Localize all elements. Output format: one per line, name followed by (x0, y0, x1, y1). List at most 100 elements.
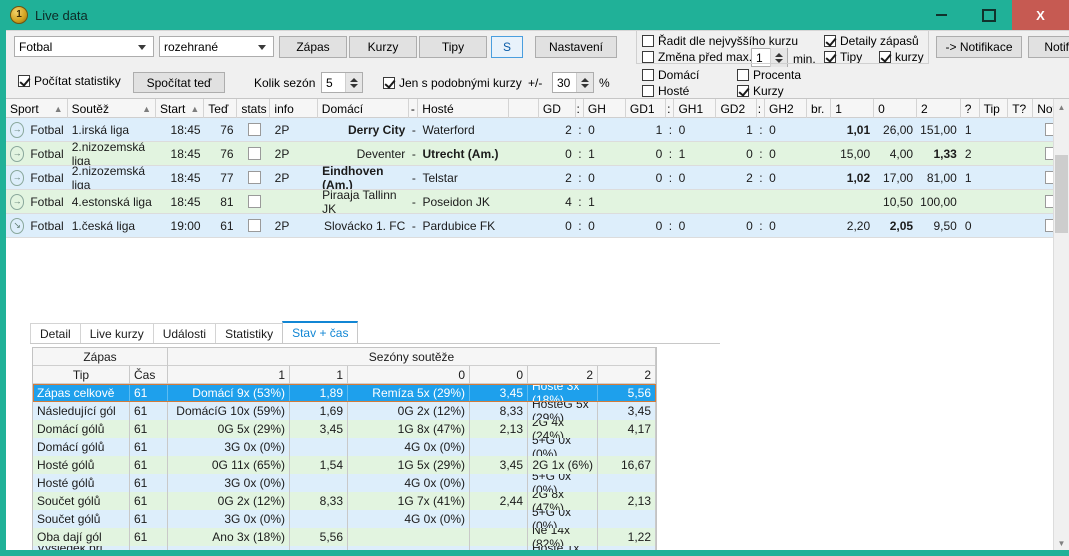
cell-stats-checkbox[interactable] (238, 142, 271, 165)
state-select[interactable]: rozehrané (159, 36, 274, 57)
expand-right-icon[interactable]: → (10, 145, 25, 162)
col-tip[interactable]: Tip (980, 99, 1009, 118)
col-gh1[interactable]: GH1 (674, 99, 717, 118)
s-button[interactable]: S (491, 36, 523, 58)
cell-dash: - (411, 170, 416, 185)
pocitat-checkbox[interactable]: Počítat statistiky (18, 74, 121, 88)
zmena-checkbox[interactable]: Změna před max. (642, 50, 752, 64)
col-br[interactable]: br. (807, 99, 832, 118)
col-sport[interactable]: Sport ▲ (6, 99, 68, 118)
maximize-button[interactable] (965, 0, 1012, 30)
row-expand-cell[interactable]: ↘ Fotbal (6, 214, 68, 237)
procenta-checkbox[interactable]: Procenta (737, 68, 801, 82)
cell-stats-checkbox[interactable] (238, 190, 271, 213)
col-info[interactable]: info (270, 99, 318, 118)
kurzy-checkbox[interactable]: Kurzy (737, 84, 784, 98)
notifikace-button[interactable]: -> Notifikace (936, 36, 1022, 58)
stats-row[interactable]: Součet gólů 61 3G 0x (0%) 4G 0x (0%) 5+G 0x … (33, 510, 656, 528)
close-button[interactable]: X (1012, 0, 1069, 30)
plusminus-spinner[interactable]: 30 (552, 72, 594, 93)
row-expand-cell[interactable]: → Fotbal (6, 118, 68, 141)
stats-checkbox[interactable] (247, 123, 261, 136)
collapse-down-icon[interactable]: ↘ (10, 217, 25, 234)
tab-ud-losti[interactable]: Události (152, 323, 217, 343)
stats-checkbox[interactable] (247, 219, 261, 232)
col-hoste[interactable]: Hosté (418, 99, 510, 118)
col-start[interactable]: Start ▲ (156, 99, 205, 118)
table-row[interactable]: → Fotbal 4.estonská liga 18:45 81 Piraaja Tal… (6, 190, 1069, 214)
zmena-label: Změna před max. (658, 50, 753, 64)
hoste-checkbox[interactable]: Hosté (642, 84, 689, 98)
cell-stats-checkbox[interactable] (238, 214, 271, 237)
tab-stav-as[interactable]: Stav + čas (282, 321, 359, 343)
stats-row[interactable]: Hosté gólů 61 3G 0x (0%) 4G 0x (0%) 5+G 0x (… (33, 474, 656, 492)
col-gh2[interactable]: GH2 (765, 99, 808, 118)
stats-row[interactable]: Následující gól 61 DomácíG 10x (59%) 1,69 0G… (33, 402, 656, 420)
table-row[interactable]: → Fotbal 2.nizozemská liga 18:45 76 2P Devente… (6, 142, 1069, 166)
row-expand-cell[interactable]: → Fotbal (6, 166, 68, 189)
col-odds-2[interactable]: 2 (917, 99, 961, 118)
table-row[interactable]: → Fotbal 1.irská liga 18:45 76 2P Derry City - W… (6, 118, 1069, 142)
col-odds-0[interactable]: 0 (874, 99, 917, 118)
minimize-button[interactable] (918, 0, 965, 30)
col-dash[interactable]: - (409, 99, 419, 118)
table-row[interactable]: ↘ Fotbal 1.česká liga 19:00 61 2P Slovácko 1. … (6, 214, 1069, 238)
zapas-button[interactable]: Zápas (279, 36, 347, 58)
kolik-sezon-spinner[interactable]: 5 (321, 72, 363, 93)
col-question[interactable]: ? (961, 99, 980, 118)
scroll-up-icon[interactable]: ▲ (1054, 99, 1069, 115)
stat-0-label: 1G 8x (47%) (348, 420, 470, 438)
stat-1-label: DomácíG 10x (59%) (168, 402, 290, 420)
scrollbar-thumb[interactable] (1055, 155, 1068, 233)
col-gd1[interactable]: GD1 (626, 99, 667, 118)
col-domaci[interactable]: Domácí (318, 99, 409, 118)
col-colon-3: : (757, 99, 766, 118)
spocitat-button[interactable]: Spočítat teď (133, 72, 225, 93)
spinner-arrows[interactable] (576, 73, 593, 92)
col-ted[interactable]: Teď (204, 99, 238, 118)
col-stats[interactable]: stats (237, 99, 271, 118)
tipy-checkbox[interactable]: Tipy (824, 50, 862, 64)
col-gh[interactable]: GH (584, 99, 626, 118)
stats-checkbox[interactable] (247, 171, 261, 184)
cell-stats-checkbox[interactable] (238, 118, 271, 141)
radit-checkbox[interactable]: Řadit dle nejvyššího kurzu (642, 34, 798, 48)
notifi-button[interactable]: Notifi (1028, 36, 1069, 58)
tab-live-kurzy[interactable]: Live kurzy (79, 323, 154, 343)
stats-row[interactable]: Hosté gólů 61 0G 11x (65%) 1,54 1G 5x (29%) 3… (33, 456, 656, 474)
stats-row[interactable]: Oba dají gól 61 Ano 3x (18%) 5,56 Ne 14x (82… (33, 528, 656, 546)
kurzy-top-checkbox[interactable]: kurzy (879, 50, 924, 64)
expand-right-icon[interactable]: → (10, 193, 25, 210)
detaily-checkbox[interactable]: Detaily zápasů (824, 34, 919, 48)
stat-tip: Domácí gólů (33, 420, 130, 438)
spinner-arrows[interactable] (345, 73, 362, 92)
stats-row[interactable]: Součet gólů 61 0G 2x (12%) 8,33 1G 7x (41%) 2… (33, 492, 656, 510)
domaci-checkbox[interactable]: Domácí (642, 68, 699, 82)
tipy-button[interactable]: Tipy (419, 36, 487, 58)
sport-select[interactable]: Fotbal (14, 36, 154, 57)
stats-row[interactable]: Domácí gólů 61 0G 5x (29%) 3,45 1G 8x (47%) 2… (33, 420, 656, 438)
tab-detail[interactable]: Detail (30, 323, 81, 343)
col-gd[interactable]: GD (539, 99, 576, 118)
kurzy-button[interactable]: Kurzy (349, 36, 417, 58)
checkbox-box (642, 51, 654, 63)
col-odds-1[interactable]: 1 (831, 99, 875, 118)
stats-checkbox[interactable] (247, 195, 261, 208)
col-gd2[interactable]: GD2 (716, 99, 757, 118)
expand-right-icon[interactable]: → (10, 169, 25, 186)
cell-stats-checkbox[interactable] (238, 166, 271, 189)
col-t-question[interactable]: T? (1008, 99, 1034, 118)
row-expand-cell[interactable]: → Fotbal (6, 190, 68, 213)
nastaveni-button[interactable]: Nastavení (535, 36, 617, 58)
tab-statistiky[interactable]: Statistiky (215, 323, 284, 343)
stats-row[interactable]: Zápas celkově 61 Domácí 9x (53%) 1,89 Remíza… (33, 384, 656, 402)
col-soutez[interactable]: Soutěž ▲ (68, 99, 157, 118)
jen-podobnymi-checkbox[interactable]: Jen s podobnými kurzy (383, 76, 522, 90)
table-row[interactable]: → Fotbal 2.nizozemská liga 18:45 77 2P Eindhov… (6, 166, 1069, 190)
expand-right-icon[interactable]: → (10, 121, 25, 138)
stats-checkbox[interactable] (247, 147, 261, 160)
row-expand-cell[interactable]: → Fotbal (6, 142, 68, 165)
vertical-scrollbar[interactable]: ▲ ▼ (1053, 99, 1069, 550)
stats-row[interactable]: Domácí gólů 61 3G 0x (0%) 4G 0x (0%) 5+G 0x … (33, 438, 656, 456)
scroll-down-icon[interactable]: ▼ (1054, 535, 1069, 550)
